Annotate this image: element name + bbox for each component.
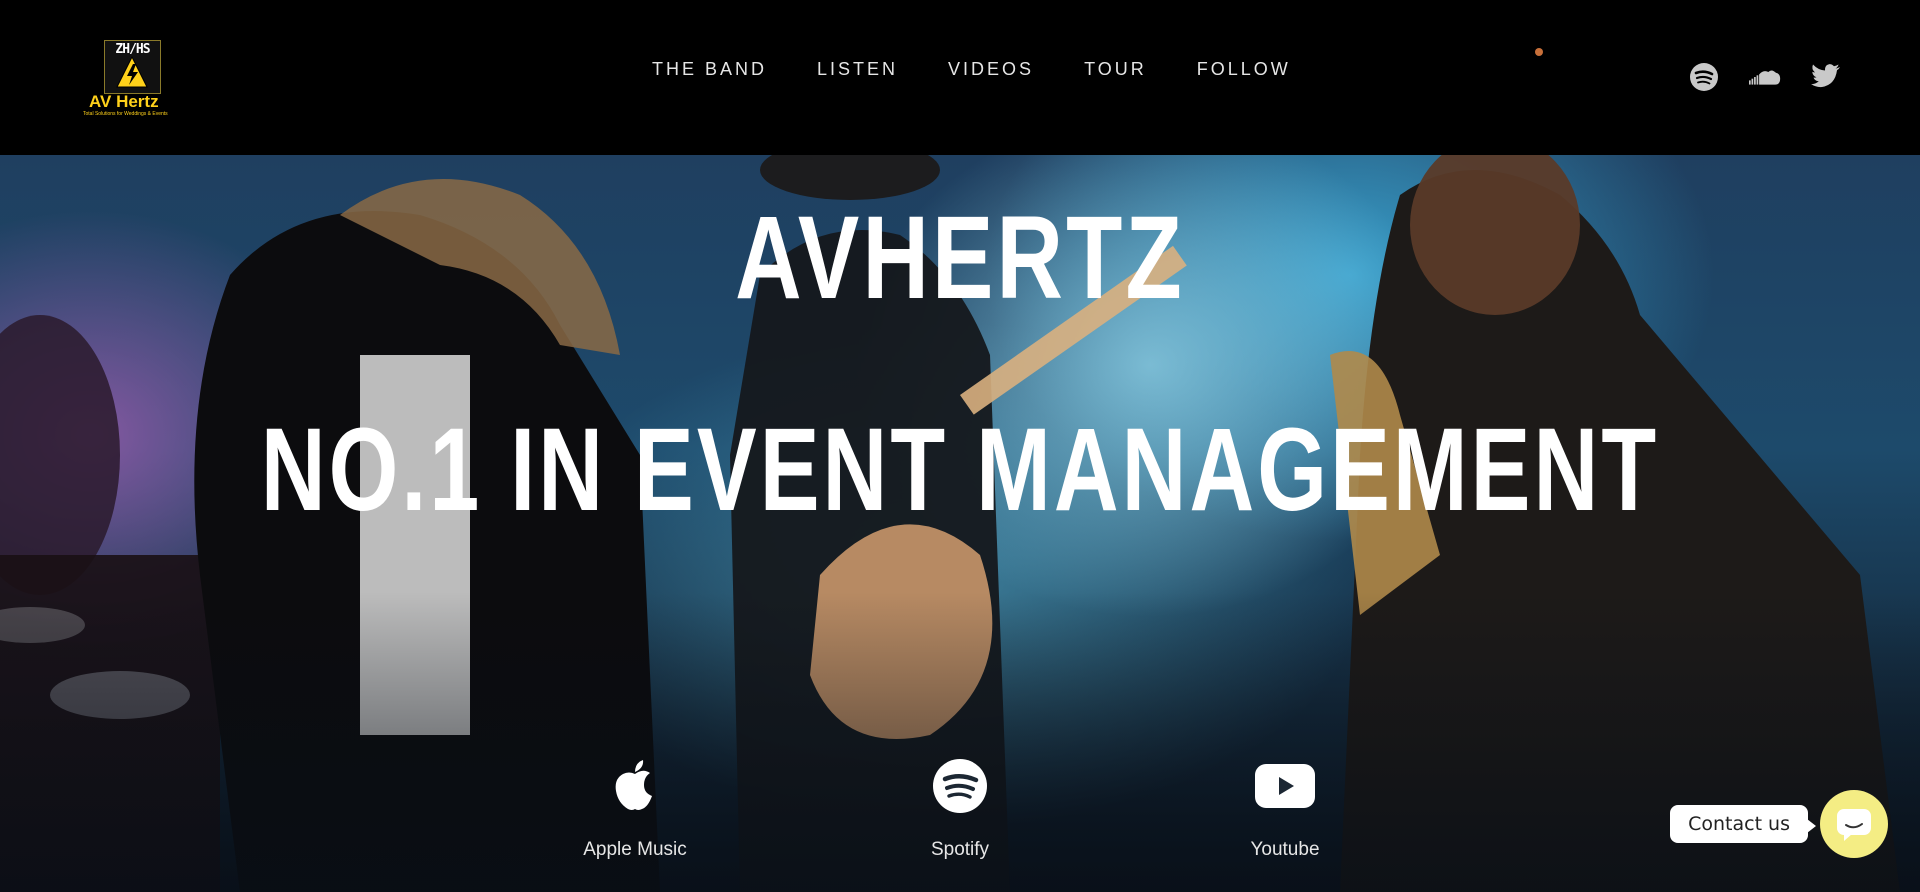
platform-label: Spotify (930, 839, 990, 860)
logo-tagline: Total Solutions for Weddings & Events (83, 111, 168, 117)
contact-us-label[interactable]: Contact us (1670, 805, 1816, 843)
soundcloud-icon[interactable] (1749, 61, 1781, 93)
nav-item-the-band[interactable]: THE BAND (652, 59, 767, 80)
platform-spotify[interactable]: Spotify (860, 755, 1060, 861)
platform-youtube[interactable]: Youtube (1185, 755, 1385, 861)
hero-title-brand: AVHERTZ (735, 192, 1185, 324)
spotify-icon (860, 755, 1060, 817)
logo-badge: ZH/HS (104, 40, 161, 94)
streaming-platforms: Apple Music Spotify Youtube (0, 755, 1920, 885)
logo-name: AV Hertz (89, 92, 159, 111)
contact-widget: Contact us (1670, 790, 1888, 858)
site-header: ZH/HS AV Hertz Total Solutions for Weddi… (0, 0, 1920, 155)
chat-icon (1837, 809, 1871, 841)
platform-apple-music[interactable]: Apple Music (535, 755, 735, 861)
twitter-icon[interactable] (1810, 61, 1842, 93)
hero-title-tagline: NO.1 IN EVENT MANAGEMENT (260, 404, 1660, 536)
platform-label: Youtube (1250, 839, 1320, 860)
nav-item-follow[interactable]: FOLLOW (1197, 59, 1291, 80)
apple-icon (535, 755, 735, 817)
logo[interactable]: ZH/HS AV Hertz Total Solutions for Weddi… (83, 38, 183, 120)
main-nav: THE BAND LISTEN VIDEOS TOUR FOLLOW (652, 59, 1341, 80)
nav-item-tour[interactable]: TOUR (1084, 59, 1147, 80)
nav-item-videos[interactable]: VIDEOS (948, 59, 1034, 80)
indicator-dot (1535, 48, 1543, 56)
platform-label: Apple Music (583, 839, 687, 860)
spotify-icon[interactable] (1688, 61, 1720, 93)
chat-button[interactable] (1820, 790, 1888, 858)
social-links (1688, 61, 1871, 93)
lightning-icon (116, 55, 148, 88)
nav-item-listen[interactable]: LISTEN (817, 59, 898, 80)
youtube-icon (1185, 755, 1385, 817)
